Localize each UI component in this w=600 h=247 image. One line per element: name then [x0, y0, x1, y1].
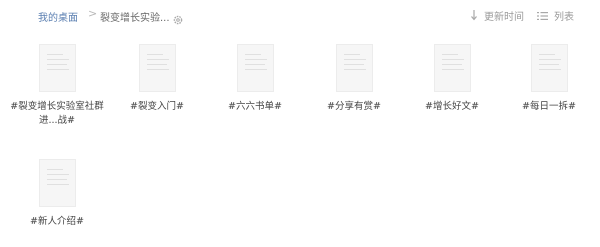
document-icon [530, 44, 568, 92]
document-icon [38, 159, 76, 207]
file-name: #六六书单# [228, 101, 282, 112]
sort-by-update-time-button[interactable]: 更新时间 [470, 6, 524, 25]
file-item[interactable]: #六六书单# [206, 44, 304, 114]
sort-label: 更新时间 [484, 11, 524, 23]
breadcrumb-separator: > [88, 7, 98, 20]
file-item[interactable]: #增长好文# [403, 44, 501, 114]
document-icon [138, 44, 176, 92]
list-view-button[interactable]: 列表 [537, 6, 574, 25]
document-icon [433, 44, 471, 92]
file-name: #每日一拆# [522, 101, 576, 112]
sort-arrow-icon [470, 6, 478, 25]
file-name: #增长好文# [425, 101, 479, 112]
file-name: #裂变入门# [130, 101, 184, 112]
breadcrumb-root-link[interactable]: 我的桌面 [38, 9, 78, 24]
view-label: 列表 [554, 11, 574, 23]
file-item[interactable]: #裂变入门# [108, 44, 206, 114]
top-bar: 我的桌面 > 裂变增长实验... 更新时间 列表 [0, 0, 600, 32]
file-item[interactable]: #裂变增长实验室社群进...战# [8, 44, 106, 128]
document-icon [236, 44, 274, 92]
file-item[interactable]: #新人介绍# [8, 159, 106, 229]
gear-icon[interactable] [173, 10, 183, 25]
file-name: #分享有赏# [327, 101, 381, 112]
file-item[interactable]: #每日一拆# [500, 44, 598, 114]
file-item[interactable]: #分享有赏# [305, 44, 403, 114]
document-icon [335, 44, 373, 92]
list-icon [537, 6, 548, 25]
file-name: #新人介绍# [30, 216, 84, 227]
document-icon [38, 44, 76, 92]
breadcrumb-current-folder: 裂变增长实验... [100, 13, 170, 24]
file-name: #裂变增长实验室社群进...战# [10, 101, 104, 126]
